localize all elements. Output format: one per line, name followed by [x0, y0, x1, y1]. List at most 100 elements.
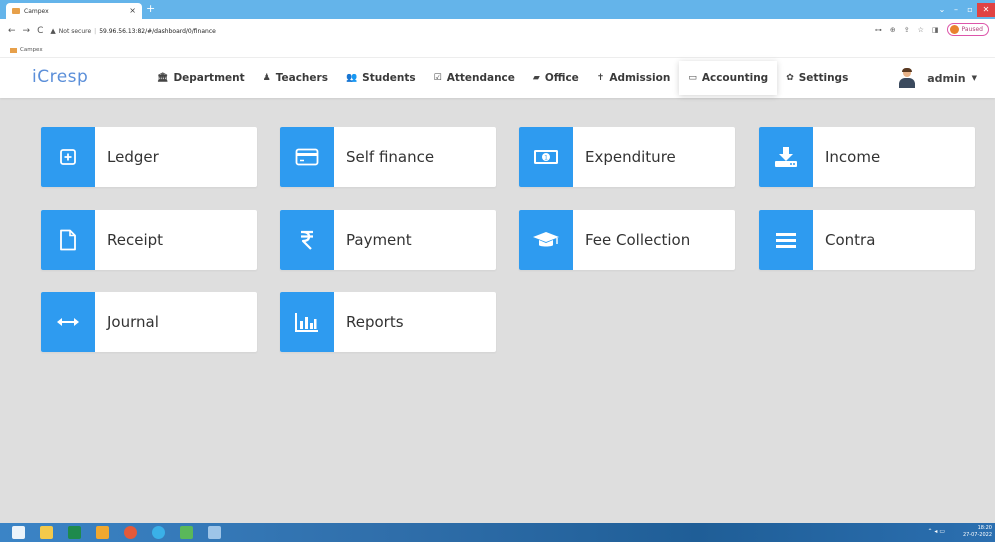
card-label: Payment	[346, 231, 412, 249]
user-menu[interactable]: admin ▼	[897, 68, 977, 88]
tray-icons[interactable]: ⌃ ◂ ▭	[927, 528, 945, 535]
app-icon[interactable]	[96, 526, 109, 539]
reload-button[interactable]: C	[37, 26, 43, 36]
card-expenditure[interactable]: 1 Expenditure	[519, 127, 735, 187]
nav-label: Accounting	[701, 72, 769, 84]
card-payment[interactable]: Payment	[280, 210, 496, 270]
nav-department[interactable]: 🏛 Department	[148, 61, 254, 95]
profile-avatar-icon	[949, 25, 959, 34]
tab-title: Campex	[24, 7, 49, 15]
key-icon[interactable]: ⊶	[875, 26, 882, 34]
users-icon: 👥	[345, 73, 358, 83]
card-label: Receipt	[107, 231, 164, 249]
document-icon	[41, 210, 95, 270]
ledger-icon	[41, 127, 95, 187]
card-reports[interactable]: Reports	[280, 292, 496, 352]
nav-label: Settings	[798, 72, 849, 84]
nav-label: Office	[544, 72, 579, 84]
avatar	[897, 68, 917, 88]
store-icon[interactable]	[68, 526, 81, 539]
side-panel-icon[interactable]: ◨	[932, 26, 939, 34]
nav-students[interactable]: 👥 Students	[337, 61, 425, 95]
file-explorer-icon[interactable]	[40, 526, 53, 539]
nav-settings[interactable]: ✿ Settings	[777, 61, 857, 95]
campex-favicon-icon	[12, 8, 20, 14]
building-icon: 🏛	[157, 73, 169, 83]
app-header: iCresp 🏛 Department ♟ Teachers 👥 Student…	[0, 58, 995, 98]
bookmark-star-icon[interactable]: ☆	[918, 26, 924, 34]
card-ledger[interactable]: Ledger	[41, 127, 257, 187]
nav-label: Admission	[609, 72, 671, 84]
nav-label: Teachers	[275, 72, 328, 84]
card-label: Ledger	[107, 148, 159, 166]
book-icon: ▰	[532, 73, 540, 83]
nav-teachers[interactable]: ♟ Teachers	[254, 61, 337, 95]
card-journal[interactable]: Journal	[41, 292, 257, 352]
share-icon[interactable]: ⇪	[904, 26, 910, 34]
nav-label: Students	[362, 72, 416, 84]
bookmark-favicon-icon	[10, 47, 17, 53]
warning-icon: ▲	[50, 27, 56, 35]
zoom-icon[interactable]: ⊕	[890, 26, 896, 34]
bar-chart-icon	[280, 292, 334, 352]
minimize-button[interactable]: –	[949, 5, 963, 14]
address-separator: |	[94, 27, 97, 35]
bookmark-campex[interactable]: Campex	[20, 47, 43, 53]
card-label: Income	[825, 148, 881, 166]
card-label: Fee Collection	[585, 231, 691, 249]
admission-icon: ✝	[596, 73, 605, 83]
nav-label: Department	[173, 72, 245, 84]
nav-attendance[interactable]: ☑ Attendance	[425, 61, 524, 95]
browser-tab-strip: Campex × + ⌄ – ▫ ✕	[0, 0, 995, 19]
card-fee-collection[interactable]: Fee Collection	[519, 210, 735, 270]
internet-explorer-icon[interactable]	[152, 526, 165, 539]
app-shortcut-icon[interactable]	[180, 526, 193, 539]
new-tab-button[interactable]: +	[146, 2, 155, 15]
system-clock[interactable]: 18:20 27-07-2022	[963, 525, 992, 539]
restore-button[interactable]: ▫	[963, 5, 977, 14]
window-close-button[interactable]: ✕	[977, 2, 995, 17]
remote-desktop-icon[interactable]	[208, 526, 221, 539]
card-receipt[interactable]: Receipt	[41, 210, 257, 270]
bookmarks-bar: Campex	[0, 43, 995, 58]
nav-admission[interactable]: ✝ Admission	[588, 61, 680, 95]
rupee-icon	[280, 210, 334, 270]
menu-icon	[759, 210, 813, 270]
card-label: Contra	[825, 231, 876, 249]
download-icon	[759, 127, 813, 187]
browser-tab[interactable]: Campex ×	[6, 3, 142, 19]
nav-accounting[interactable]: ▭ Accounting	[679, 61, 778, 95]
username: admin	[927, 71, 966, 85]
back-button[interactable]: ←	[8, 26, 16, 36]
checkbox-icon: ☑	[433, 73, 442, 83]
graduation-cap-icon	[519, 210, 573, 270]
start-button-icon[interactable]	[12, 526, 25, 539]
chevron-down-icon[interactable]: ⌄	[935, 5, 949, 14]
chrome-icon[interactable]	[124, 526, 137, 539]
nav-office[interactable]: ▰ Office	[524, 61, 588, 95]
money-icon: 1	[519, 127, 573, 187]
profile-button[interactable]: Paused	[946, 23, 989, 36]
arrows-horizontal-icon	[41, 292, 95, 352]
teacher-icon: ♟	[262, 73, 271, 83]
window-controls: ⌄ – ▫ ✕	[935, 0, 995, 19]
card-label: Expenditure	[585, 148, 676, 166]
forward-button[interactable]: →	[23, 26, 31, 36]
card-label: Reports	[346, 313, 404, 331]
card-contra[interactable]: Contra	[759, 210, 975, 270]
url-text: 59.96.56.13:82/#/dashboard/0/finance	[99, 27, 216, 35]
windows-taskbar: ⌃ ◂ ▭ 18:20 27-07-2022	[0, 523, 995, 542]
card-income[interactable]: Income	[759, 127, 975, 187]
app-logo[interactable]: iCresp	[32, 67, 88, 87]
clock-date: 27-07-2022	[962, 532, 992, 538]
credit-card-icon	[280, 127, 334, 187]
card-label: Journal	[107, 313, 159, 331]
credit-card-icon: ▭	[688, 73, 697, 83]
card-self-finance[interactable]: Self finance	[280, 127, 496, 187]
profile-status: Paused	[961, 26, 983, 33]
address-bar[interactable]: ▲ Not secure | 59.96.56.13:82/#/dashboar…	[50, 27, 215, 35]
security-status: Not secure	[58, 27, 92, 35]
tab-close-button[interactable]: ×	[129, 6, 136, 15]
caret-down-icon: ▼	[971, 74, 977, 82]
toolbar-actions: ⊶ ⊕ ⇪ ☆ ◨ Paused	[867, 23, 989, 36]
